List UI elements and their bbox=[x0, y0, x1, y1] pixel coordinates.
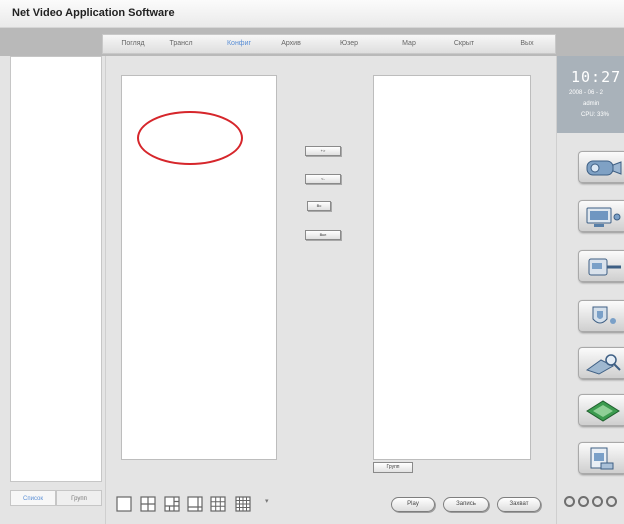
security-button[interactable] bbox=[578, 300, 624, 332]
menu-bar: Погляд Трансл Конфиг Архив Юзер Мар Скры… bbox=[0, 28, 624, 56]
layout-8-icon[interactable] bbox=[187, 496, 203, 512]
status-dot bbox=[606, 496, 617, 507]
tab-list[interactable]: Список bbox=[10, 490, 56, 506]
network-button[interactable] bbox=[578, 250, 624, 282]
clock-date: 2008 - 06 - 2 bbox=[569, 90, 604, 96]
tab-group[interactable]: Групп bbox=[56, 490, 102, 506]
more-layouts-icon[interactable]: ▾ bbox=[265, 497, 269, 505]
play-button[interactable]: Play bbox=[391, 497, 435, 512]
title-bar: Net Video Application Software bbox=[0, 0, 624, 28]
highlight-annotation bbox=[137, 111, 243, 165]
storage-button[interactable] bbox=[578, 394, 624, 426]
layout-9-icon[interactable] bbox=[210, 496, 226, 512]
group-channels-list[interactable] bbox=[373, 75, 531, 460]
menu-strip: Погляд Трансл Конфиг Архив Юзер Мар Скры… bbox=[102, 34, 556, 54]
menu-item-map[interactable]: Мар bbox=[389, 35, 429, 53]
layout-1-icon[interactable] bbox=[116, 496, 132, 512]
snapshot-button[interactable]: Захват bbox=[497, 497, 541, 512]
select-all-button[interactable]: Вс bbox=[307, 201, 331, 211]
current-user: admin bbox=[583, 101, 600, 107]
document-icon bbox=[590, 447, 614, 470]
card-icon bbox=[586, 400, 620, 422]
clock-time: 10:27:3 bbox=[571, 68, 624, 86]
layout-6-icon[interactable] bbox=[164, 496, 180, 512]
add-button[interactable]: +> bbox=[305, 146, 341, 156]
device-tree-panel[interactable] bbox=[10, 56, 102, 482]
clear-button[interactable]: Вкл bbox=[305, 230, 341, 240]
monitor-button[interactable] bbox=[578, 200, 624, 232]
record-button[interactable]: Запись bbox=[443, 497, 489, 512]
menu-item-broadcast[interactable]: Трансл bbox=[161, 35, 201, 53]
shield-icon bbox=[592, 306, 616, 324]
layout-16-icon[interactable] bbox=[235, 496, 251, 512]
status-panel: 10:27:3 2008 - 06 - 2 admin CPU: 33% bbox=[557, 56, 624, 133]
camera-button[interactable] bbox=[578, 151, 624, 183]
camera-icon bbox=[586, 160, 622, 176]
group-button[interactable]: Групп bbox=[373, 462, 413, 473]
menu-item-archive[interactable]: Архив bbox=[271, 35, 311, 53]
monitor-icon bbox=[586, 207, 621, 227]
menu-item-user[interactable]: Юзер bbox=[329, 35, 369, 53]
left-tabs: Список Групп bbox=[10, 490, 102, 506]
status-dot bbox=[592, 496, 603, 507]
search-button[interactable] bbox=[578, 347, 624, 379]
status-dot bbox=[578, 496, 589, 507]
cpu-usage: CPU: 33% bbox=[581, 112, 610, 118]
menu-item-config[interactable]: Конфиг bbox=[219, 35, 259, 53]
status-dot bbox=[564, 496, 575, 507]
log-button[interactable] bbox=[578, 442, 624, 474]
divider-left bbox=[105, 56, 106, 524]
app-title: Net Video Application Software bbox=[12, 7, 175, 19]
menu-item-exit[interactable]: Вых bbox=[507, 35, 547, 53]
menu-item-view[interactable]: Погляд bbox=[113, 35, 153, 53]
network-icon bbox=[588, 258, 621, 276]
remove-button[interactable]: <- bbox=[305, 174, 341, 184]
search-icon bbox=[585, 354, 621, 375]
layout-4-icon[interactable] bbox=[140, 496, 156, 512]
menu-item-hide[interactable]: Скрыт bbox=[444, 35, 484, 53]
